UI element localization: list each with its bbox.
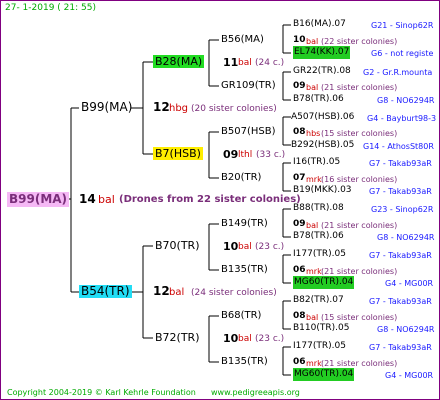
gen4-queen-2[interactable]: GR109(TR) <box>221 79 276 92</box>
gen2-number-1: 12 <box>153 100 170 114</box>
gen5-queen-5[interactable]: A507(HSB).06 <box>291 111 354 124</box>
gen4-number-3: 08 <box>293 127 306 137</box>
gen4-number-2: 09 <box>293 81 306 91</box>
gen5-queen-13[interactable]: B82(TR).07 <box>293 294 344 307</box>
gen2-code-2: bal <box>169 287 185 298</box>
gen5-queen-7[interactable]: I16(TR).05 <box>293 156 340 169</box>
gen3-note-2: (33 c.) <box>256 150 286 160</box>
gen3-code-3: bal <box>238 242 252 252</box>
gen3-note-4: (23 c.) <box>255 334 285 344</box>
gen3-number-1: 11 <box>223 56 239 69</box>
root-drones-note: (Drones from 22 sister colonies) <box>119 194 301 205</box>
gen5-queen-2[interactable]: EL74(KK).07 <box>293 46 351 59</box>
gen5-source-16: G4 - MG00R <box>385 371 434 380</box>
gen5-queen-4[interactable]: B78(TR).06 <box>293 93 344 106</box>
gen5-source-3: G2 - Gr.R.mounta <box>363 68 433 77</box>
gen5-queen-12[interactable]: MG60(TR).04 <box>293 276 355 289</box>
gen4-queen-3[interactable]: B507(HSB) <box>221 125 275 138</box>
website-link[interactable]: www.pedigreeapis.org <box>211 386 300 399</box>
pedigree-diagram: 27- 1-2019 ( 21: 55) B99(MA) 14 bal (Dro… <box>0 0 440 400</box>
gen5-source-12: G4 - MG00R <box>385 279 434 288</box>
gen2-note-2: (24 sister colonies) <box>191 288 277 298</box>
gen3-queen-3[interactable]: B70(TR) <box>155 239 200 252</box>
gen4-queen-5[interactable]: B149(TR) <box>221 217 268 230</box>
gen5-source-8: G7 - Takab93aR <box>369 187 432 196</box>
gen3-queen-1[interactable]: B28(MA) <box>153 55 205 68</box>
gen3-number-2: 09 <box>223 148 239 161</box>
gen3-code-2: lthl <box>238 150 253 160</box>
gen2-note-1: (20 sister colonies) <box>191 104 277 114</box>
gen4-queen-4[interactable]: B20(TR) <box>221 171 261 184</box>
gen5-source-6: G14 - AthosSt80R <box>363 142 434 151</box>
timestamp: 27- 1-2019 ( 21: 55) <box>5 3 96 13</box>
gen5-queen-15[interactable]: I177(TR).05 <box>293 340 346 353</box>
gen5-source-11: G7 - Takab93aR <box>369 251 432 260</box>
gen2-queen-2[interactable]: B54(TR) <box>79 285 132 298</box>
gen5-queen-11[interactable]: I177(TR).05 <box>293 248 346 261</box>
gen5-queen-1[interactable]: B16(MA).07 <box>293 18 346 31</box>
gen5-source-13: G7 - Takab93aR <box>369 297 432 306</box>
gen3-queen-4[interactable]: B72(TR) <box>155 331 200 344</box>
gen2-queen-1[interactable]: B99(MA) <box>81 101 132 114</box>
gen3-code-1: bal <box>238 58 252 68</box>
gen4-queen-7[interactable]: B68(TR) <box>221 309 261 322</box>
gen2-number-2: 12 <box>153 284 170 298</box>
gen5-queen-8[interactable]: B19(MKK).03 <box>293 184 352 197</box>
gen5-queen-6[interactable]: B292(HSB).05 <box>291 139 354 152</box>
gen5-source-14: G8 - NO6294R <box>377 325 435 334</box>
gen3-queen-2[interactable]: B7(HSB) <box>153 147 203 160</box>
gen3-note-3: (23 c.) <box>255 242 285 252</box>
gen5-source-10: G8 - NO6294R <box>377 233 435 242</box>
gen3-note-1: (24 c.) <box>255 58 285 68</box>
gen3-number-4: 10 <box>223 332 239 345</box>
gen5-queen-10[interactable]: B78(TR).06 <box>293 230 344 243</box>
gen5-queen-9[interactable]: B88(TR).08 <box>293 202 344 215</box>
gen4-queen-8[interactable]: B135(TR) <box>221 355 268 368</box>
gen2-code-1: hbg <box>169 103 189 114</box>
gen5-source-4: G8 - NO6294R <box>377 96 435 105</box>
root-code: bal <box>98 193 115 206</box>
gen5-source-9: G23 - Sinop62R <box>371 205 434 214</box>
gen4-queen-6[interactable]: B135(TR) <box>221 263 268 276</box>
root-number: 14 <box>79 192 96 206</box>
gen5-queen-14[interactable]: B110(TR).05 <box>293 322 349 335</box>
gen3-code-4: bal <box>238 334 252 344</box>
gen5-source-7: G7 - Takab93aR <box>369 159 432 168</box>
gen5-source-2: G6 - not registe <box>371 49 434 58</box>
gen5-source-1: G21 - Sinop62R <box>371 21 434 30</box>
root-queen-name[interactable]: B99(MA) <box>7 192 70 207</box>
gen5-source-5: G4 - Bayburt98-3 <box>367 114 437 123</box>
copyright-text: Copyright 2004-2019 © Karl Kehrle Founda… <box>7 388 196 397</box>
gen5-queen-16[interactable]: MG60(TR).04 <box>293 368 355 381</box>
gen3-number-3: 10 <box>223 240 239 253</box>
gen4-queen-1[interactable]: B56(MA) <box>221 33 264 46</box>
gen5-source-15: G7 - Takab93aR <box>369 343 432 352</box>
gen5-queen-3[interactable]: GR22(TR).08 <box>293 65 351 78</box>
